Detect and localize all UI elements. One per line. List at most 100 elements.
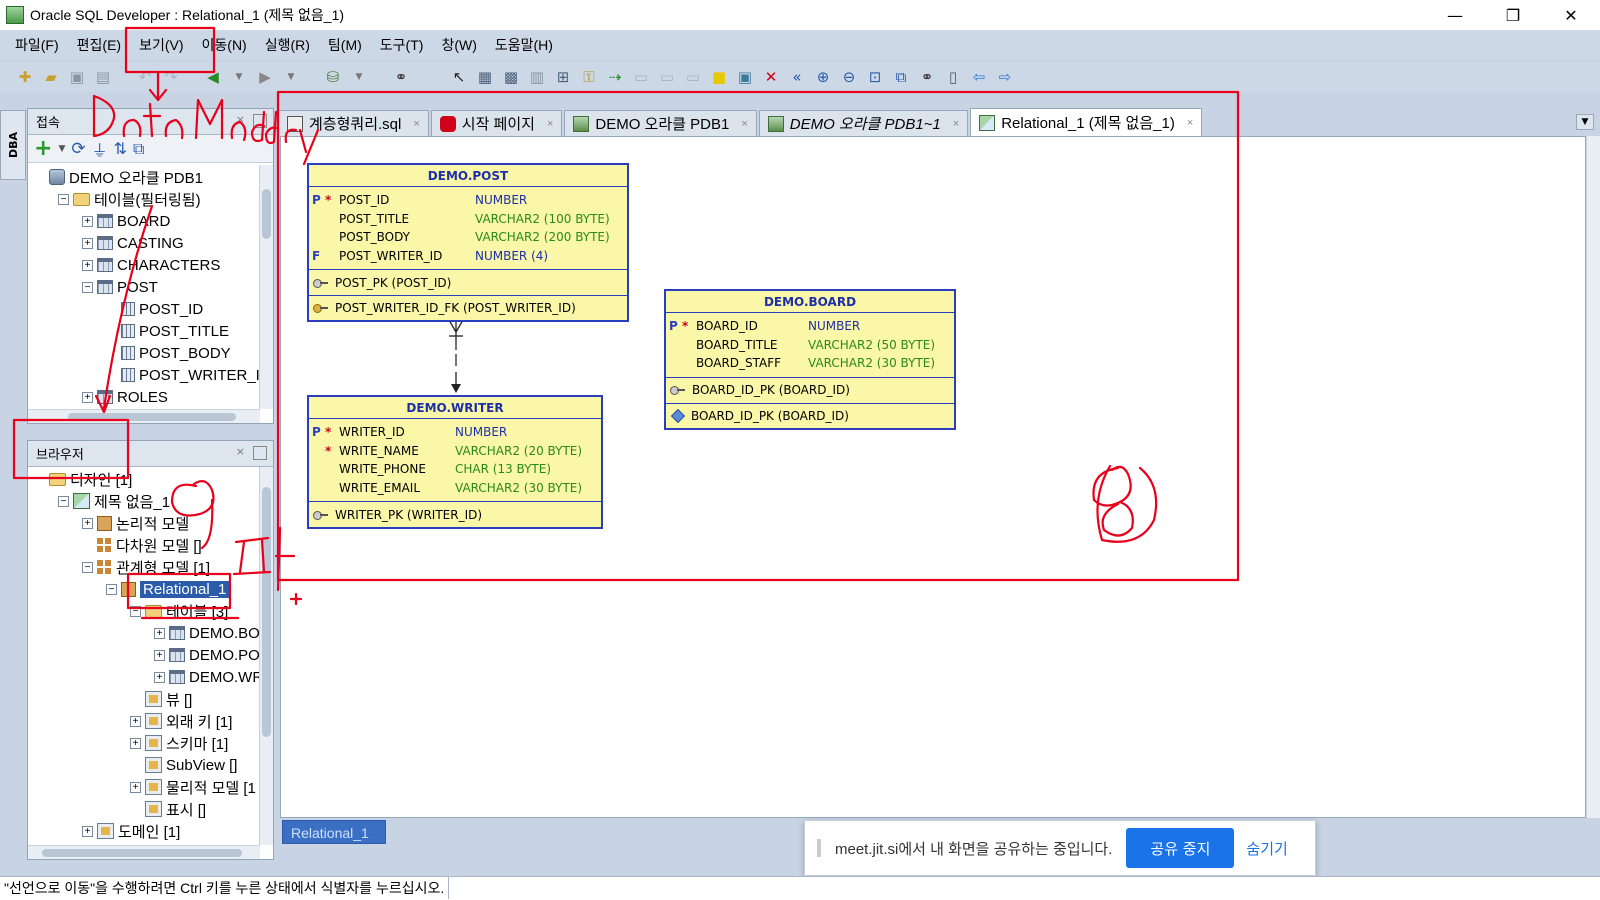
picture-icon[interactable]: ▭ — [656, 66, 678, 88]
zoom-in-icon[interactable]: ⊕ — [812, 66, 834, 88]
tree-node[interactable]: + 도메인 [1] — [28, 820, 260, 842]
collapse-icon[interactable]: − — [106, 583, 117, 595]
yellow-note-icon[interactable]: ■ — [708, 66, 730, 88]
tree-node[interactable]: + 외래 키 [1] — [28, 710, 260, 732]
tree-node[interactable]: − 테이블 [3] — [28, 600, 260, 622]
tree-node[interactable]: + 물리적 모델 [1 — [28, 776, 260, 798]
arrow-left-icon[interactable]: ⇦ — [968, 66, 990, 88]
expand-icon[interactable]: + — [82, 215, 93, 227]
tree-node[interactable]: − POST — [28, 276, 260, 298]
note2-icon[interactable]: ▭ — [682, 66, 704, 88]
expand-icon[interactable]: + — [82, 237, 93, 249]
tree-node[interactable]: POST_BODY — [28, 342, 260, 364]
collapse-icon[interactable]: − — [130, 605, 141, 617]
browser-minimize-icon[interactable] — [253, 446, 267, 460]
stop-sharing-button[interactable]: 공유 중지 — [1126, 828, 1235, 868]
tree-node[interactable]: DEMO 오라클 PDB1 — [28, 166, 260, 188]
open-folder-icon[interactable]: ▰ — [40, 66, 62, 88]
tree-node[interactable]: + CHARACTERS — [28, 254, 260, 276]
browser-vscroll-thumb[interactable] — [262, 487, 271, 737]
browser-vscroll[interactable] — [259, 467, 273, 845]
expand-icon[interactable]: + — [130, 715, 141, 727]
connections-hscroll-thumb[interactable] — [68, 413, 236, 421]
menu-item[interactable]: 실행(R) — [256, 35, 319, 55]
tree-node[interactable]: − 관계형 모델 [1] — [28, 556, 260, 578]
tree-node[interactable]: − 제목 없음_1 — [28, 490, 260, 512]
minimize-button[interactable]: — — [1426, 0, 1484, 30]
new-view-icon[interactable]: ▩ — [500, 66, 522, 88]
menu-item[interactable]: 보기(V) — [130, 35, 192, 55]
tree-node[interactable]: + ROLES — [28, 386, 260, 408]
browser-hscroll-thumb[interactable] — [42, 849, 242, 857]
tab-close-icon[interactable]: × — [1187, 117, 1193, 129]
split-table-icon[interactable]: ▥ — [526, 66, 548, 88]
menu-item[interactable]: 팀(M) — [319, 35, 371, 55]
menu-item[interactable]: 도구(T) — [371, 35, 433, 55]
add-dropdown-icon[interactable]: ▼ — [58, 144, 65, 154]
expand-icon[interactable]: + — [154, 627, 165, 639]
tab-close-icon[interactable]: × — [741, 118, 747, 130]
editor-tab[interactable]: Relational_1 (제목 없음_1) × — [970, 108, 1203, 136]
tab-close-icon[interactable]: × — [547, 118, 553, 130]
new-file-icon[interactable]: ✚ — [14, 66, 36, 88]
tab-close-icon[interactable]: × — [953, 118, 959, 130]
new-fk-icon[interactable]: ⚿ — [578, 66, 600, 88]
expand-icon[interactable]: + — [154, 671, 165, 683]
dba-side-tab[interactable]: DBA — [0, 110, 26, 180]
editor-tab[interactable]: DEMO 오라클 PDB1~1 × — [758, 110, 969, 136]
relationship-connector[interactable] — [441, 319, 471, 400]
editor-tab[interactable]: 시작 페이지 × — [430, 110, 563, 136]
find-db-object-icon[interactable]: ⚭ — [390, 66, 412, 88]
delete-icon[interactable]: ✕ — [760, 66, 782, 88]
panel-close-icon[interactable]: × — [236, 113, 245, 126]
tree-node[interactable]: POST_ID — [28, 298, 260, 320]
connections-vscroll-thumb[interactable] — [262, 189, 271, 239]
editor-tab[interactable]: 계층형쿼리.sql × — [278, 110, 429, 136]
entity-table[interactable]: DEMO.BOARD P * BOARD_ID NUMBER BOARD_TITLE VAR… — [664, 289, 956, 430]
entity-table[interactable]: DEMO.WRITER P * WRITER_ID NUMBER * WRITE_NAME V… — [307, 395, 603, 529]
menu-item[interactable]: 파일(F) — [6, 35, 68, 55]
binoculars-icon[interactable]: ⚭ — [916, 66, 938, 88]
properties-icon[interactable]: ▯ — [942, 66, 964, 88]
expand-icon[interactable]: + — [82, 517, 93, 529]
tree-node[interactable]: POST_TITLE — [28, 320, 260, 342]
tree-node[interactable]: − Relational_1 — [28, 578, 260, 600]
tab-list-dropdown-icon[interactable]: ▼ — [1576, 114, 1594, 130]
maximize-button[interactable]: ❐ — [1484, 0, 1542, 30]
zoom-out-icon[interactable]: ⊖ — [838, 66, 860, 88]
fit-screen-icon[interactable]: ⊡ — [864, 66, 886, 88]
tree-node[interactable]: + DEMO.WRI — [28, 666, 260, 688]
tree-node[interactable]: − 테이블(필터링됨) — [28, 188, 260, 210]
save-icon[interactable]: ▣ — [66, 66, 88, 88]
tree-node[interactable]: 다차원 모델 [] — [28, 534, 260, 556]
editor-tab[interactable]: DEMO 오라클 PDB1 × — [564, 110, 757, 136]
collapse-icon[interactable]: − — [58, 193, 69, 205]
expand-icon[interactable]: + — [82, 825, 93, 837]
undo-icon[interactable]: ↶ — [134, 66, 156, 88]
tab-close-icon[interactable]: × — [413, 118, 419, 130]
arrow-right-icon[interactable]: ⇨ — [994, 66, 1016, 88]
default-size-icon[interactable]: ⧉ — [890, 66, 912, 88]
rewind-icon[interactable]: « — [786, 66, 808, 88]
drag-grip-icon[interactable] — [817, 839, 821, 857]
back-icon[interactable]: ◀ — [202, 66, 224, 88]
forward-icon[interactable]: ▶ — [254, 66, 276, 88]
connections-hscroll[interactable] — [28, 409, 260, 423]
tree-node[interactable]: 디자인 [1] — [28, 468, 260, 490]
redo-icon[interactable]: ↷ — [160, 66, 182, 88]
expand-icon[interactable]: + — [82, 391, 93, 403]
select-pointer-icon[interactable]: ↖ — [448, 66, 470, 88]
tree-node[interactable]: + DEMO.POS — [28, 644, 260, 666]
connections-vscroll[interactable] — [259, 165, 273, 409]
collapse-icon[interactable]: − — [82, 281, 93, 293]
forward-dropdown-icon[interactable]: ▼ — [280, 66, 302, 88]
expand-icon[interactable]: + — [130, 737, 141, 749]
sql-worksheet-icon[interactable]: ⛁ — [322, 66, 344, 88]
tree-node[interactable]: + DEMO.BOA — [28, 622, 260, 644]
browser-hscroll[interactable] — [28, 845, 260, 859]
back-dropdown-icon[interactable]: ▼ — [228, 66, 250, 88]
tree-node[interactable]: 뷰 [] — [28, 688, 260, 710]
arrow-link-icon[interactable]: ⇢ — [604, 66, 626, 88]
collapse-icon[interactable]: − — [58, 495, 69, 507]
diagram-bottom-tab[interactable]: Relational_1 — [282, 820, 386, 844]
